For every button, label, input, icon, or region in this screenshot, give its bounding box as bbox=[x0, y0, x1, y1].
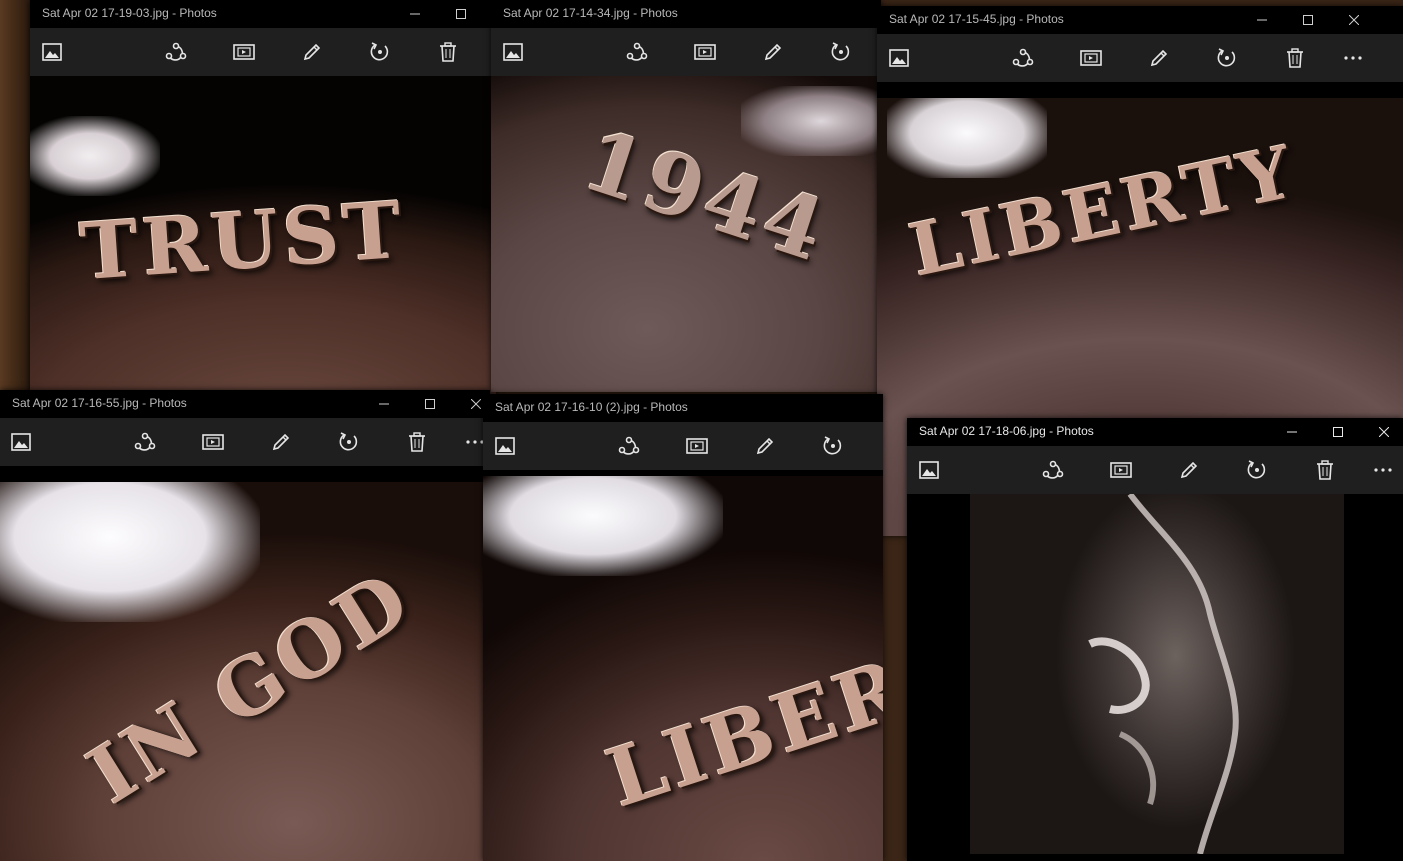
share-icon[interactable] bbox=[623, 38, 651, 66]
light-reflection bbox=[483, 476, 723, 576]
coin-photo: LIBER bbox=[483, 476, 883, 861]
toolbar bbox=[877, 34, 1403, 82]
window-title: Sat Apr 02 17-16-10 (2).jpg - Photos bbox=[495, 400, 688, 414]
minimize-button[interactable] bbox=[1269, 418, 1315, 446]
photos-window-5[interactable]: Sat Apr 02 17-16-10 (2).jpg - Photos LIB… bbox=[483, 394, 883, 861]
coin-photo bbox=[907, 494, 1403, 861]
light-reflection bbox=[741, 86, 881, 156]
edit-pencil-icon[interactable] bbox=[751, 432, 779, 460]
delete-icon[interactable] bbox=[1311, 456, 1339, 484]
slideshow-icon[interactable] bbox=[691, 38, 719, 66]
slideshow-icon[interactable] bbox=[1077, 44, 1105, 72]
close-button[interactable] bbox=[1361, 418, 1403, 446]
more-icon[interactable] bbox=[1369, 456, 1397, 484]
delete-icon[interactable] bbox=[403, 428, 431, 456]
title-bar[interactable]: Sat Apr 02 17-14-34.jpg - Photos bbox=[491, 0, 881, 28]
photos-window-6[interactable]: Sat Apr 02 17-18-06.jpg - Photos bbox=[907, 418, 1403, 861]
light-reflection bbox=[30, 116, 160, 196]
picture-icon[interactable] bbox=[499, 38, 527, 66]
minimize-button[interactable] bbox=[1239, 6, 1285, 34]
light-reflection bbox=[887, 98, 1047, 178]
edit-pencil-icon[interactable] bbox=[267, 428, 295, 456]
rotate-icon[interactable] bbox=[827, 38, 855, 66]
minimize-button[interactable] bbox=[392, 0, 438, 28]
photos-window-1[interactable]: Sat Apr 02 17-19-03.jpg - Photos TRUST bbox=[30, 0, 496, 400]
share-icon[interactable] bbox=[1039, 456, 1067, 484]
coin-photo: IN GOD bbox=[0, 482, 490, 861]
coin-photo: TRUST bbox=[30, 76, 496, 400]
title-bar[interactable]: Sat Apr 02 17-16-55.jpg - Photos bbox=[0, 390, 490, 418]
maximize-button[interactable] bbox=[1315, 418, 1361, 446]
share-icon[interactable] bbox=[131, 428, 159, 456]
toolbar bbox=[483, 422, 883, 470]
window-title: Sat Apr 02 17-18-06.jpg - Photos bbox=[919, 424, 1094, 438]
close-button[interactable] bbox=[1331, 6, 1377, 34]
rotate-icon[interactable] bbox=[819, 432, 847, 460]
title-bar[interactable]: Sat Apr 02 17-19-03.jpg - Photos bbox=[30, 0, 496, 28]
coin-inscription: LIBER bbox=[596, 640, 883, 826]
portrait-closeup bbox=[970, 494, 1344, 854]
edit-pencil-icon[interactable] bbox=[1175, 456, 1203, 484]
window-title: Sat Apr 02 17-19-03.jpg - Photos bbox=[42, 6, 217, 20]
edit-pencil-icon[interactable] bbox=[759, 38, 787, 66]
more-icon[interactable] bbox=[1339, 44, 1367, 72]
slideshow-icon[interactable] bbox=[230, 38, 258, 66]
portrait-relief bbox=[1088, 494, 1239, 854]
share-icon[interactable] bbox=[1009, 44, 1037, 72]
picture-icon[interactable] bbox=[885, 44, 913, 72]
minimize-button[interactable] bbox=[361, 390, 407, 418]
picture-icon[interactable] bbox=[7, 428, 35, 456]
maximize-button[interactable] bbox=[438, 0, 484, 28]
delete-icon[interactable] bbox=[434, 38, 462, 66]
toolbar bbox=[0, 418, 490, 466]
maximize-button[interactable] bbox=[1285, 6, 1331, 34]
rotate-icon[interactable] bbox=[1213, 44, 1241, 72]
coin-photo: 1944 bbox=[491, 76, 881, 392]
title-bar[interactable]: Sat Apr 02 17-15-45.jpg - Photos bbox=[877, 6, 1403, 34]
coin-inscription: TRUST bbox=[77, 184, 409, 299]
rotate-icon[interactable] bbox=[366, 38, 394, 66]
slideshow-icon[interactable] bbox=[683, 432, 711, 460]
maximize-button[interactable] bbox=[407, 390, 453, 418]
share-icon[interactable] bbox=[162, 38, 190, 66]
title-bar[interactable]: Sat Apr 02 17-18-06.jpg - Photos bbox=[907, 418, 1403, 446]
window-title: Sat Apr 02 17-16-55.jpg - Photos bbox=[12, 396, 187, 410]
picture-icon[interactable] bbox=[38, 38, 66, 66]
edit-pencil-icon[interactable] bbox=[298, 38, 326, 66]
toolbar bbox=[907, 446, 1403, 494]
rotate-icon[interactable] bbox=[335, 428, 363, 456]
toolbar bbox=[30, 28, 496, 76]
title-bar[interactable]: Sat Apr 02 17-16-10 (2).jpg - Photos bbox=[483, 394, 883, 422]
window-title: Sat Apr 02 17-14-34.jpg - Photos bbox=[503, 6, 678, 20]
photos-window-2[interactable]: Sat Apr 02 17-14-34.jpg - Photos 1944 bbox=[491, 0, 881, 392]
edit-pencil-icon[interactable] bbox=[1145, 44, 1173, 72]
share-icon[interactable] bbox=[615, 432, 643, 460]
slideshow-icon[interactable] bbox=[1107, 456, 1135, 484]
window-title: Sat Apr 02 17-15-45.jpg - Photos bbox=[889, 12, 1064, 26]
delete-icon[interactable] bbox=[1281, 44, 1309, 72]
toolbar bbox=[491, 28, 881, 76]
picture-icon[interactable] bbox=[491, 432, 519, 460]
picture-icon[interactable] bbox=[915, 456, 943, 484]
slideshow-icon[interactable] bbox=[199, 428, 227, 456]
light-reflection bbox=[0, 482, 260, 622]
rotate-icon[interactable] bbox=[1243, 456, 1271, 484]
photos-window-4[interactable]: Sat Apr 02 17-16-55.jpg - Photos IN GOD bbox=[0, 390, 490, 861]
